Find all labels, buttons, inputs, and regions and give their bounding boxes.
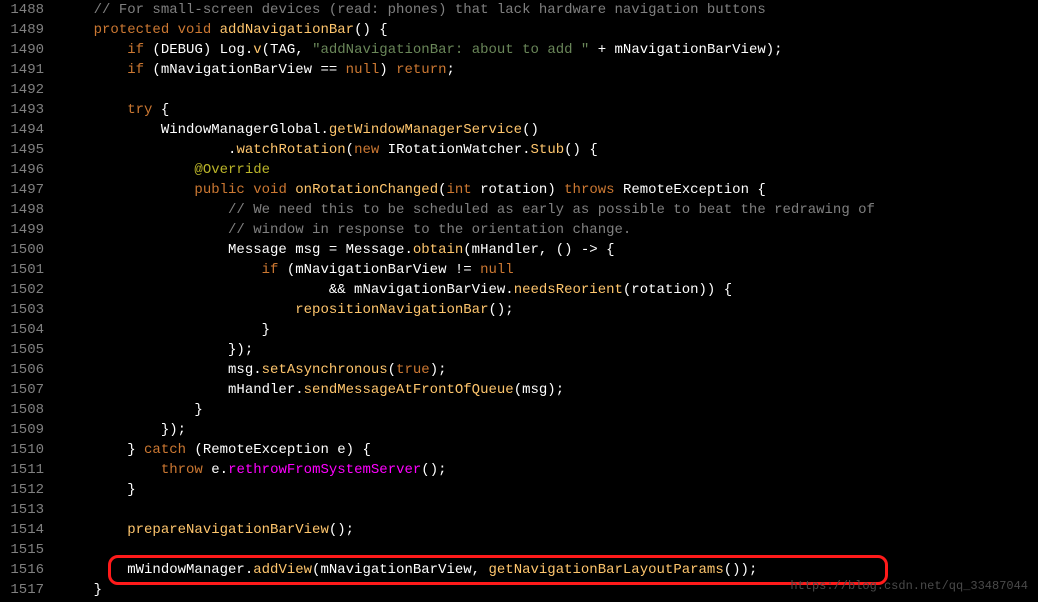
line-number: 1498 (4, 200, 44, 220)
code-line[interactable]: WindowManagerGlobal.getWindowManagerServ… (60, 120, 1038, 140)
code-line[interactable]: } (60, 400, 1038, 420)
code-line[interactable] (60, 500, 1038, 520)
line-number: 1516 (4, 560, 44, 580)
code-line[interactable] (60, 80, 1038, 100)
code-line[interactable]: // For small-screen devices (read: phone… (60, 0, 1038, 20)
code-line[interactable]: if (mNavigationBarView != null (60, 260, 1038, 280)
code-editor[interactable]: 1488148914901491149214931494149514961497… (0, 0, 1038, 602)
code-line[interactable]: } catch (RemoteException e) { (60, 440, 1038, 460)
line-number: 1505 (4, 340, 44, 360)
code-line[interactable]: && mNavigationBarView.needsReorient(rota… (60, 280, 1038, 300)
line-number: 1503 (4, 300, 44, 320)
line-number: 1506 (4, 360, 44, 380)
code-line[interactable]: repositionNavigationBar(); (60, 300, 1038, 320)
line-number: 1492 (4, 80, 44, 100)
line-number: 1514 (4, 520, 44, 540)
code-line[interactable]: // window in response to the orientation… (60, 220, 1038, 240)
code-line[interactable] (60, 540, 1038, 560)
code-line[interactable]: // We need this to be scheduled as early… (60, 200, 1038, 220)
line-number: 1493 (4, 100, 44, 120)
line-number: 1517 (4, 580, 44, 600)
line-number: 1509 (4, 420, 44, 440)
line-number: 1499 (4, 220, 44, 240)
code-line[interactable]: .watchRotation(new IRotationWatcher.Stub… (60, 140, 1038, 160)
line-number: 1489 (4, 20, 44, 40)
line-number: 1500 (4, 240, 44, 260)
line-number: 1515 (4, 540, 44, 560)
code-line[interactable]: } (60, 320, 1038, 340)
line-number: 1495 (4, 140, 44, 160)
code-content[interactable]: // For small-screen devices (read: phone… (52, 0, 1038, 602)
line-number: 1488 (4, 0, 44, 20)
line-number: 1507 (4, 380, 44, 400)
code-line[interactable]: if (mNavigationBarView == null) return; (60, 60, 1038, 80)
code-line[interactable]: if (DEBUG) Log.v(TAG, "addNavigationBar:… (60, 40, 1038, 60)
code-line[interactable]: Message msg = Message.obtain(mHandler, (… (60, 240, 1038, 260)
code-line[interactable]: mWindowManager.addView(mNavigationBarVie… (60, 560, 1038, 580)
line-number: 1496 (4, 160, 44, 180)
line-number: 1490 (4, 40, 44, 60)
code-line[interactable]: public void onRotationChanged(int rotati… (60, 180, 1038, 200)
code-line[interactable]: throw e.rethrowFromSystemServer(); (60, 460, 1038, 480)
line-number: 1510 (4, 440, 44, 460)
line-number: 1501 (4, 260, 44, 280)
line-number: 1494 (4, 120, 44, 140)
line-number: 1512 (4, 480, 44, 500)
line-number: 1513 (4, 500, 44, 520)
code-line[interactable]: @Override (60, 160, 1038, 180)
line-number: 1511 (4, 460, 44, 480)
code-line[interactable]: } (60, 580, 1038, 600)
line-number: 1497 (4, 180, 44, 200)
code-line[interactable]: }); (60, 340, 1038, 360)
code-line[interactable]: mHandler.sendMessageAtFrontOfQueue(msg); (60, 380, 1038, 400)
code-line[interactable]: } (60, 480, 1038, 500)
code-line[interactable]: protected void addNavigationBar() { (60, 20, 1038, 40)
code-line[interactable]: msg.setAsynchronous(true); (60, 360, 1038, 380)
code-line[interactable]: prepareNavigationBarView(); (60, 520, 1038, 540)
line-number-gutter: 1488148914901491149214931494149514961497… (0, 0, 52, 602)
line-number: 1508 (4, 400, 44, 420)
code-line[interactable]: }); (60, 420, 1038, 440)
code-line[interactable]: try { (60, 100, 1038, 120)
line-number: 1504 (4, 320, 44, 340)
line-number: 1502 (4, 280, 44, 300)
line-number: 1491 (4, 60, 44, 80)
